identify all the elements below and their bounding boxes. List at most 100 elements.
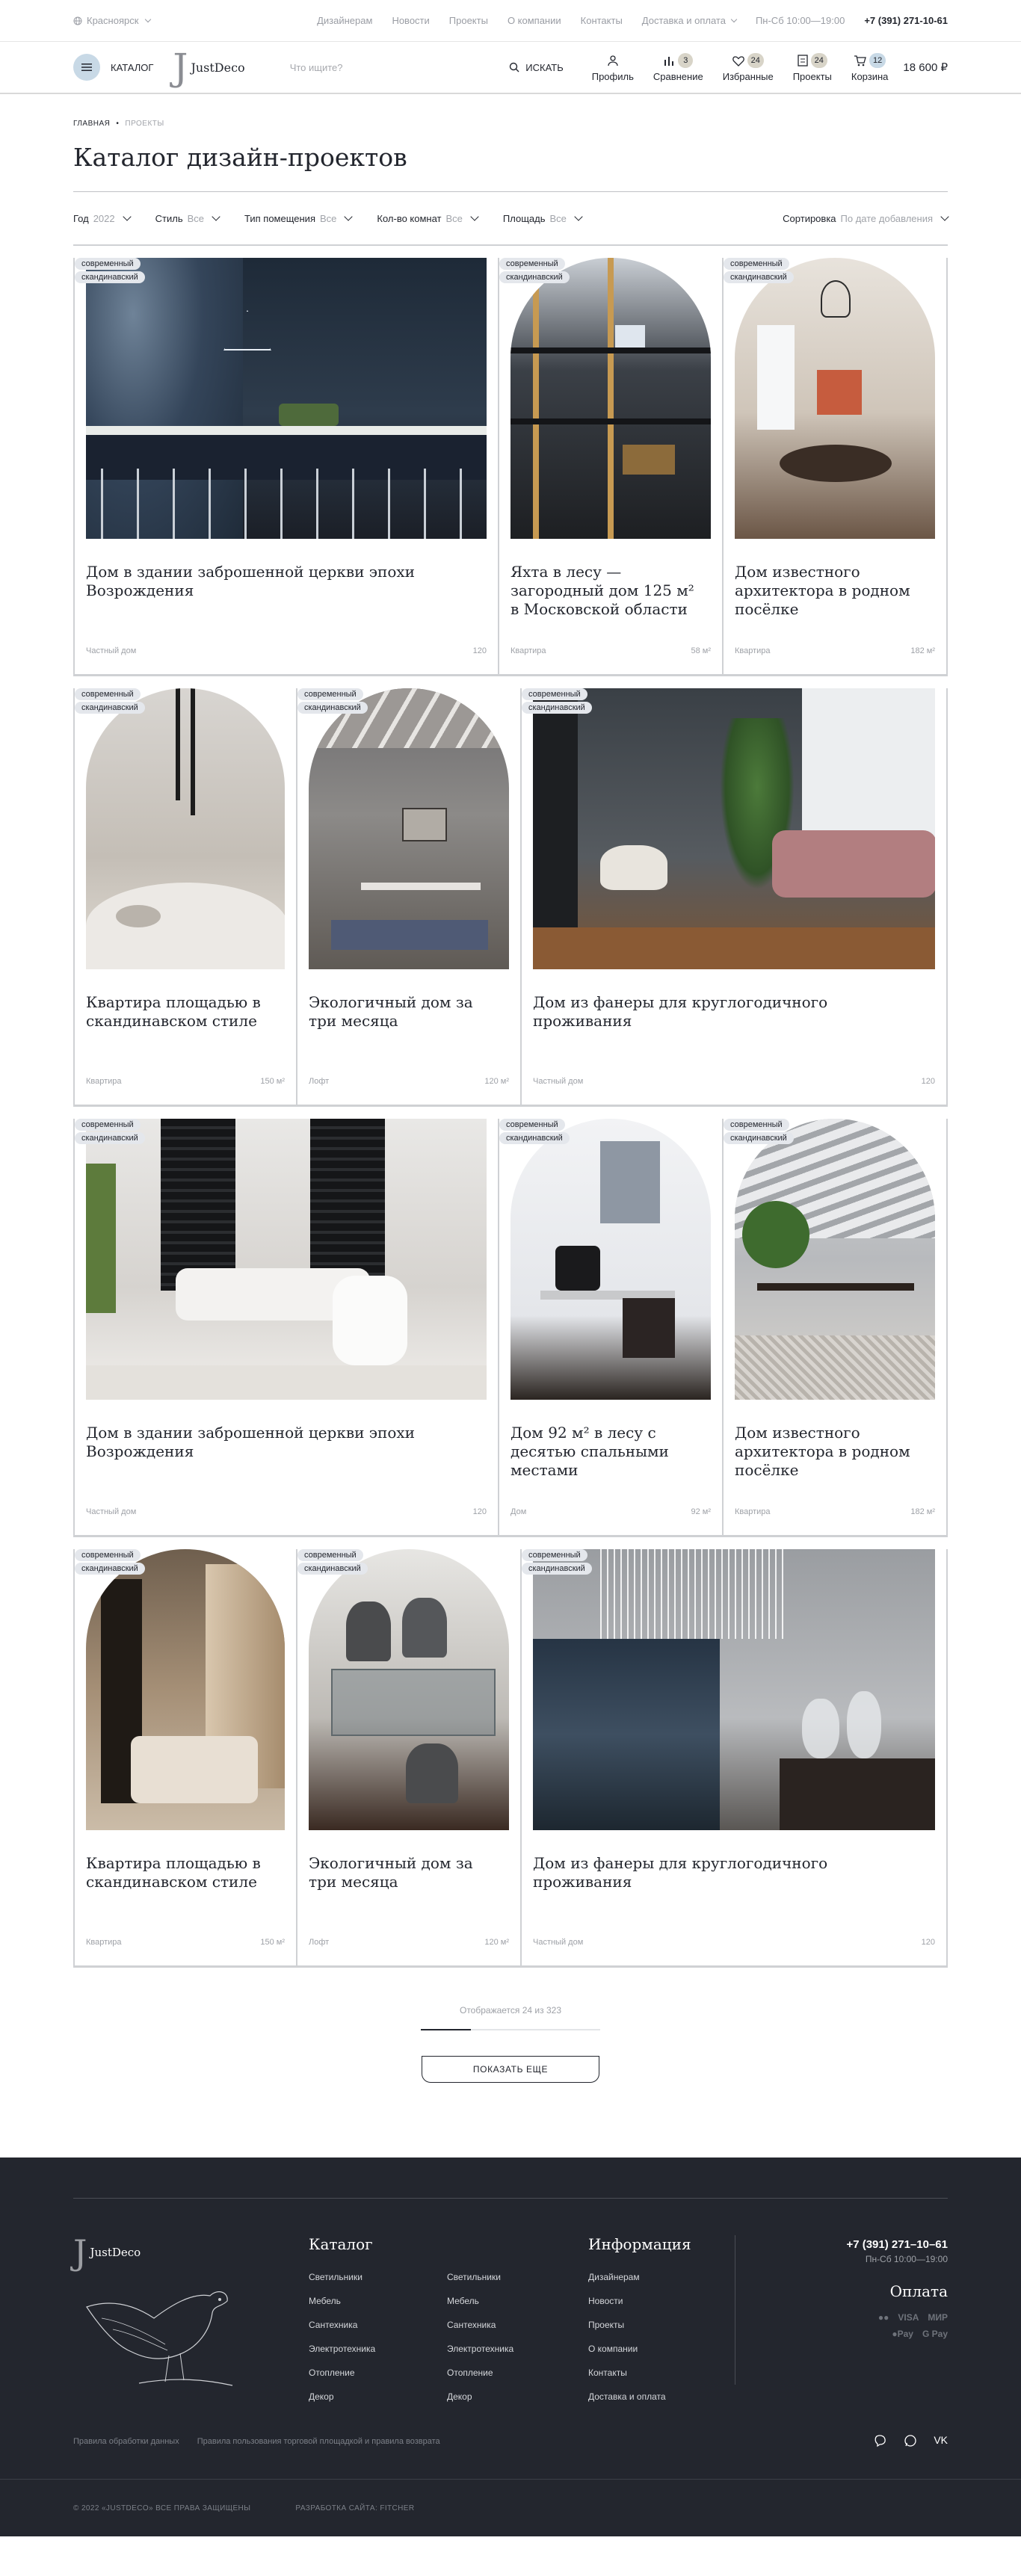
filter-style[interactable]: Стиль Все — [155, 212, 220, 224]
style-tag: скандинавский — [724, 271, 794, 283]
breadcrumb-home[interactable]: ГЛАВНАЯ — [73, 120, 110, 128]
style-tags: современный скандинавский — [75, 258, 145, 283]
style-tags: современный скандинавский — [499, 1119, 570, 1144]
project-card[interactable]: современный скандинавский Экологичный дом… — [297, 1549, 522, 1968]
catalog-button[interactable]: КАТАЛОГ — [73, 54, 153, 81]
footer-info-link[interactable]: Новости — [588, 2289, 666, 2313]
project-card[interactable]: современный скандинавский Квартира площад… — [73, 1549, 297, 1968]
project-title: Дом в здании заброшенной церкви эпохи Во… — [86, 563, 415, 599]
cart-button[interactable]: 12 Корзина — [851, 52, 888, 82]
projects-button[interactable]: 24 Проекты — [793, 52, 832, 82]
footer-catalog-link[interactable]: Сантехника — [309, 2313, 375, 2337]
project-card[interactable]: современный скандинавский Дом из фанеры д… — [522, 1549, 948, 1968]
footer-info-link[interactable]: Дизайнерам — [588, 2265, 666, 2289]
project-card[interactable]: современный скандинавский Экологичный дом… — [297, 688, 522, 1107]
footer-catalog-link[interactable]: Сантехника — [447, 2313, 513, 2337]
footer-divider — [0, 2479, 1021, 2480]
project-area: 58 м² — [691, 646, 711, 655]
heart-icon — [732, 55, 744, 67]
project-type: Частный дом — [86, 1507, 137, 1516]
style-tags: современный скандинавский — [297, 688, 368, 714]
style-tag: скандинавский — [297, 1563, 368, 1575]
top-link-delivery[interactable]: Доставка и оплата — [642, 15, 738, 26]
style-tag: современный — [724, 258, 789, 270]
privacy-policy-link[interactable]: Правила обработки данных — [73, 2437, 179, 2446]
top-link-projects[interactable]: Проекты — [449, 15, 488, 26]
project-area: 182 м² — [910, 1507, 935, 1516]
items-counter: Отображается 24 из 323 — [459, 2005, 561, 2016]
search-button[interactable]: ИСКАТЬ — [509, 62, 564, 73]
filter-rooms-count-label: Кол-во комнат — [377, 212, 442, 224]
filters-bar: Год 2022 Стиль Все Тип помещения Все Кол-во… — [73, 192, 949, 246]
project-card[interactable]: современный скандинавский Дом известного … — [724, 258, 948, 676]
filter-year[interactable]: Год 2022 — [73, 212, 132, 224]
terms-link[interactable]: Правила пользования торговой площадкой и… — [197, 2437, 440, 2446]
profile-button[interactable]: Профиль — [592, 52, 634, 82]
footer-catalog-link[interactable]: Светильники — [447, 2265, 513, 2289]
project-title: Дом из фанеры для круглогодичного прожив… — [533, 993, 828, 1030]
footer-catalog-link[interactable]: Мебель — [309, 2289, 375, 2313]
viber-icon[interactable] — [874, 2434, 887, 2447]
project-type: Частный дом — [86, 646, 137, 655]
user-icon — [608, 55, 618, 67]
footer-catalog-link[interactable]: Электротехника — [309, 2337, 375, 2361]
show-more-button[interactable]: ПОКАЗАТЬ ЕЩЕ — [422, 2056, 599, 2083]
apple-pay-icon: ●Pay — [892, 2329, 913, 2339]
filter-area[interactable]: Площадь Все — [503, 212, 583, 224]
footer-info-link[interactable]: Проекты — [588, 2313, 666, 2337]
cart-total[interactable]: 18 600 ₽ — [903, 61, 948, 74]
style-tag: современный — [499, 1119, 565, 1131]
project-type: Квартира — [735, 646, 771, 655]
document-icon — [798, 55, 808, 67]
sort-value: По дате добавления — [840, 212, 933, 224]
footer-catalog-link[interactable]: Декор — [309, 2385, 375, 2409]
project-card[interactable]: современный скандинавский Дом из фанеры д… — [522, 688, 948, 1107]
footer-catalog-link[interactable]: Мебель — [447, 2289, 513, 2313]
footer-catalog-link[interactable]: Декор — [447, 2385, 513, 2409]
project-card[interactable]: современный скандинавский Дом в здании за… — [73, 258, 499, 676]
filter-area-value: Все — [549, 212, 567, 224]
apple-logo-icon: ● — [892, 2329, 898, 2339]
footer-catalog-link[interactable]: Отопление — [309, 2361, 375, 2385]
project-card[interactable]: современный скандинавский Квартира площад… — [73, 688, 297, 1107]
filter-room-type[interactable]: Тип помещения Все — [244, 212, 354, 224]
projects-row: современный скандинавский Дом в здании за… — [73, 258, 948, 676]
footer-phone[interactable]: +7 (391) 271–10–61 — [846, 2238, 948, 2251]
logo-text: JustDeco — [191, 60, 245, 75]
developer-link[interactable]: РАЗРАБОТКА САЙТА: FITCHER — [295, 2504, 414, 2512]
project-card[interactable]: современный скандинавский Дом известного … — [724, 1119, 948, 1537]
footer-catalog-link[interactable]: Отопление — [447, 2361, 513, 2385]
filter-room-type-label: Тип помещения — [244, 212, 315, 224]
footer-info-link[interactable]: Доставка и оплата — [588, 2385, 666, 2409]
project-card[interactable]: современный скандинавский Дом в здании за… — [73, 1119, 499, 1537]
compare-button[interactable]: 3 Сравнение — [653, 52, 703, 82]
vk-icon[interactable]: VK — [934, 2434, 948, 2447]
main-header: КАТАЛОГ J JustDeco Что ищите? ИСКАТЬ Про… — [0, 42, 1021, 94]
footer-catalog-link[interactable]: Светильники — [309, 2265, 375, 2289]
breadcrumb-current: ПРОЕКТЫ — [125, 120, 164, 128]
copyright: © 2022 «JUSTDECO» ВСЕ ПРАВА ЗАЩИЩЕНЫ — [73, 2504, 251, 2512]
footer-catalog-link[interactable]: Электротехника — [447, 2337, 513, 2361]
whatsapp-icon[interactable] — [904, 2434, 917, 2447]
top-link-contacts[interactable]: Контакты — [581, 15, 623, 26]
style-tag: скандинавский — [75, 1132, 145, 1144]
project-card[interactable]: современный скандинавский Дом 92 м² в лес… — [499, 1119, 724, 1537]
top-link-designers[interactable]: Дизайнерам — [317, 15, 372, 26]
top-link-about[interactable]: О компании — [508, 15, 561, 26]
project-title: Яхта в лесу — загородный дом 125 м² в Мо… — [510, 563, 694, 618]
filter-rooms-count[interactable]: Кол-во комнат Все — [377, 212, 479, 224]
footer-info-link[interactable]: Контакты — [588, 2361, 666, 2385]
search-input[interactable]: Что ищите? — [290, 62, 510, 73]
footer: J JustDeco Каталог Светильники Мебель Са… — [0, 2158, 1021, 2536]
top-link-news[interactable]: Новости — [392, 15, 429, 26]
footer-logo[interactable]: J JustDeco — [73, 2235, 141, 2270]
project-area: 120 — [472, 646, 487, 655]
city-selector[interactable]: Красноярск — [73, 15, 152, 26]
favorites-button[interactable]: 24 Избранные — [723, 52, 774, 82]
footer-info-link[interactable]: О компании — [588, 2337, 666, 2361]
phone-link[interactable]: +7 (391) 271-10-61 — [864, 15, 948, 26]
filter-rooms-count-value: Все — [445, 212, 463, 224]
sort-select[interactable]: Сортировка По дате добавления — [783, 212, 949, 224]
site-logo[interactable]: J JustDeco — [173, 49, 244, 86]
project-card[interactable]: современный скандинавский Яхта в лесу — з… — [499, 258, 724, 676]
